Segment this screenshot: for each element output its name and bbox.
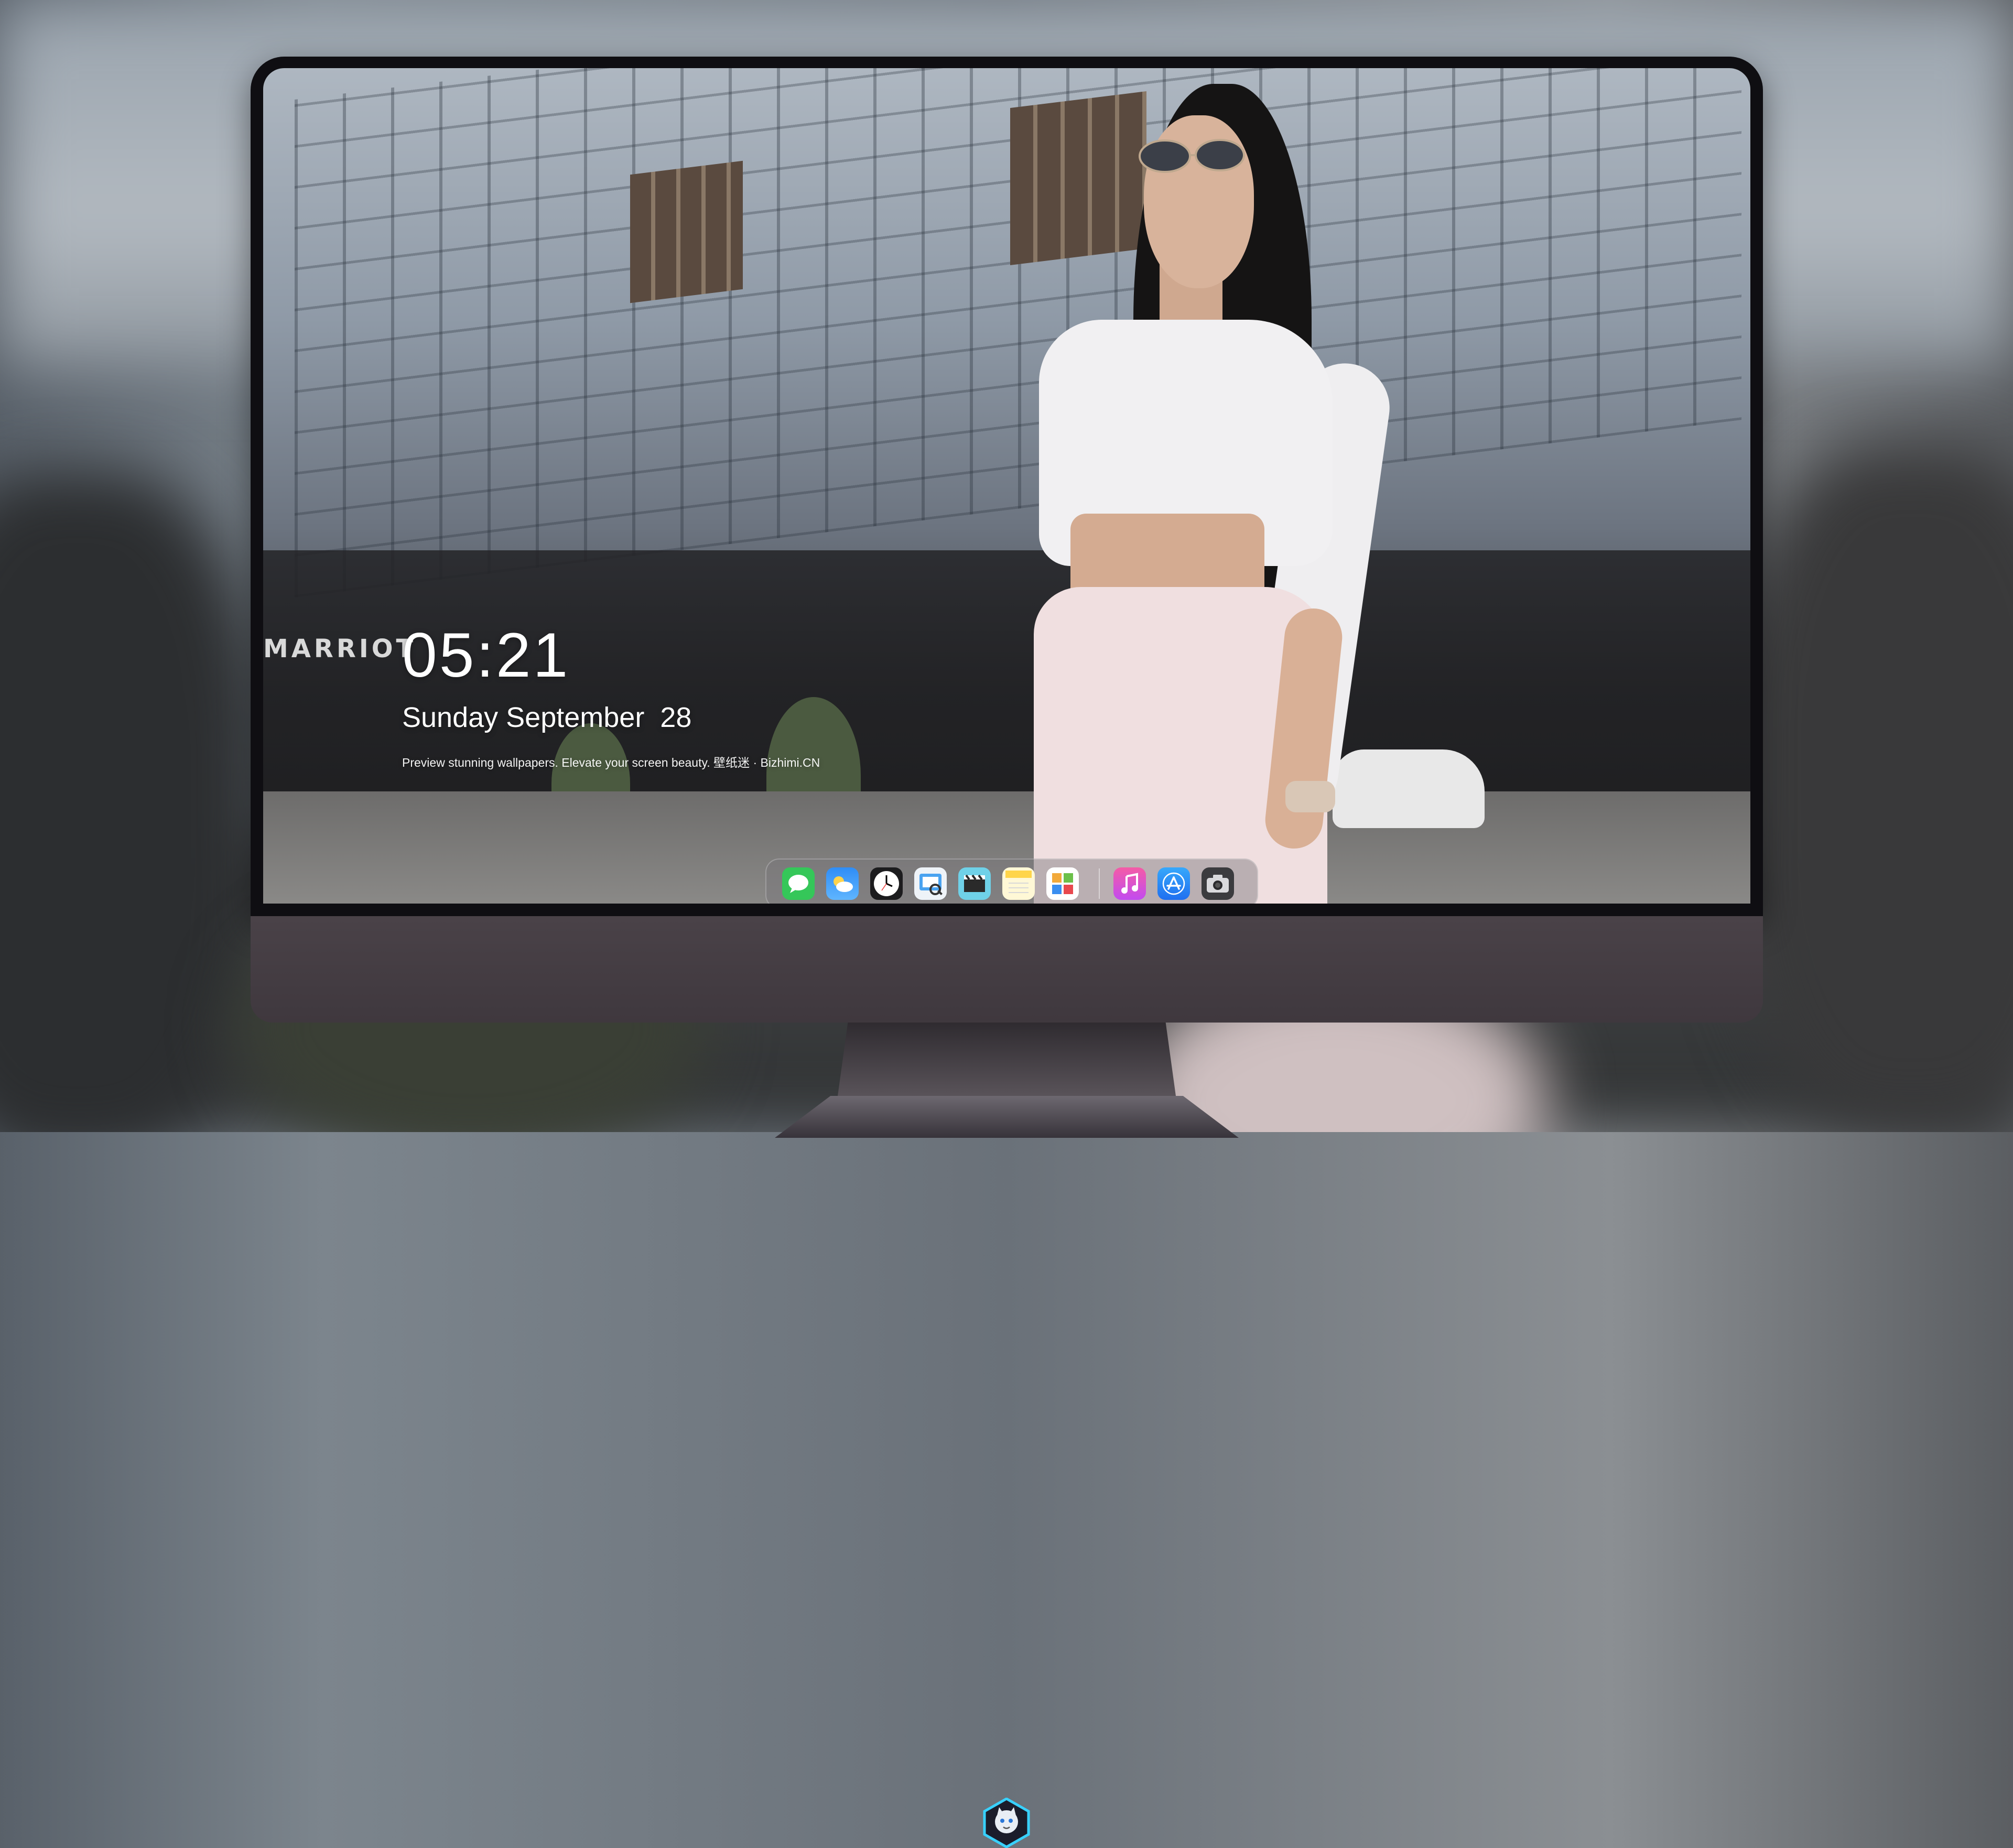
weather-icon[interactable]: [826, 867, 859, 900]
monitor-chin: [251, 916, 1763, 1848]
lock-time: 05:21: [402, 620, 570, 690]
photos-icon[interactable]: [1046, 867, 1079, 900]
app-store-icon[interactable]: [1157, 867, 1190, 900]
background-left-shape: [0, 472, 262, 1132]
music-icon[interactable]: [1113, 867, 1146, 900]
messages-icon[interactable]: [782, 867, 815, 900]
building-sign: MARRIOT: [263, 634, 417, 664]
facade-window-right: [1010, 91, 1146, 265]
lock-tagline: Preview stunning wallpapers. Elevate you…: [402, 756, 820, 769]
lock-date: Sunday September 28: [402, 702, 692, 733]
camera-icon[interactable]: [1202, 867, 1234, 900]
background-right-shape: [1730, 445, 2013, 1127]
wallpaper: MARRIOT: [263, 68, 1750, 904]
monitor-screen[interactable]: MARRIOT 05:21 Sunday September 28 Previe…: [263, 68, 1750, 904]
wristwatch: [1285, 781, 1335, 812]
facade-window-left: [630, 160, 743, 303]
sunglasses: [1139, 139, 1245, 173]
lock-screen-info: 05:21 Sunday September 28 Preview stunni…: [402, 624, 820, 770]
imac-monitor: MARRIOT 05:21 Sunday September 28 Previe…: [251, 57, 1763, 1848]
monitor-stand-neck: [838, 1023, 1176, 1096]
brand-logo-icon: [983, 1798, 1030, 1848]
preview-icon[interactable]: [914, 867, 947, 900]
dock: [765, 858, 1258, 904]
clips-icon[interactable]: [958, 867, 991, 900]
parked-car: [1333, 749, 1485, 828]
monitor-stand-base: [775, 1096, 1239, 1138]
dock-separator: [1099, 868, 1100, 899]
notes-icon[interactable]: [1002, 867, 1035, 900]
clock-icon[interactable]: [870, 867, 903, 900]
monitor-bezel: MARRIOT 05:21 Sunday September 28 Previe…: [251, 57, 1763, 916]
